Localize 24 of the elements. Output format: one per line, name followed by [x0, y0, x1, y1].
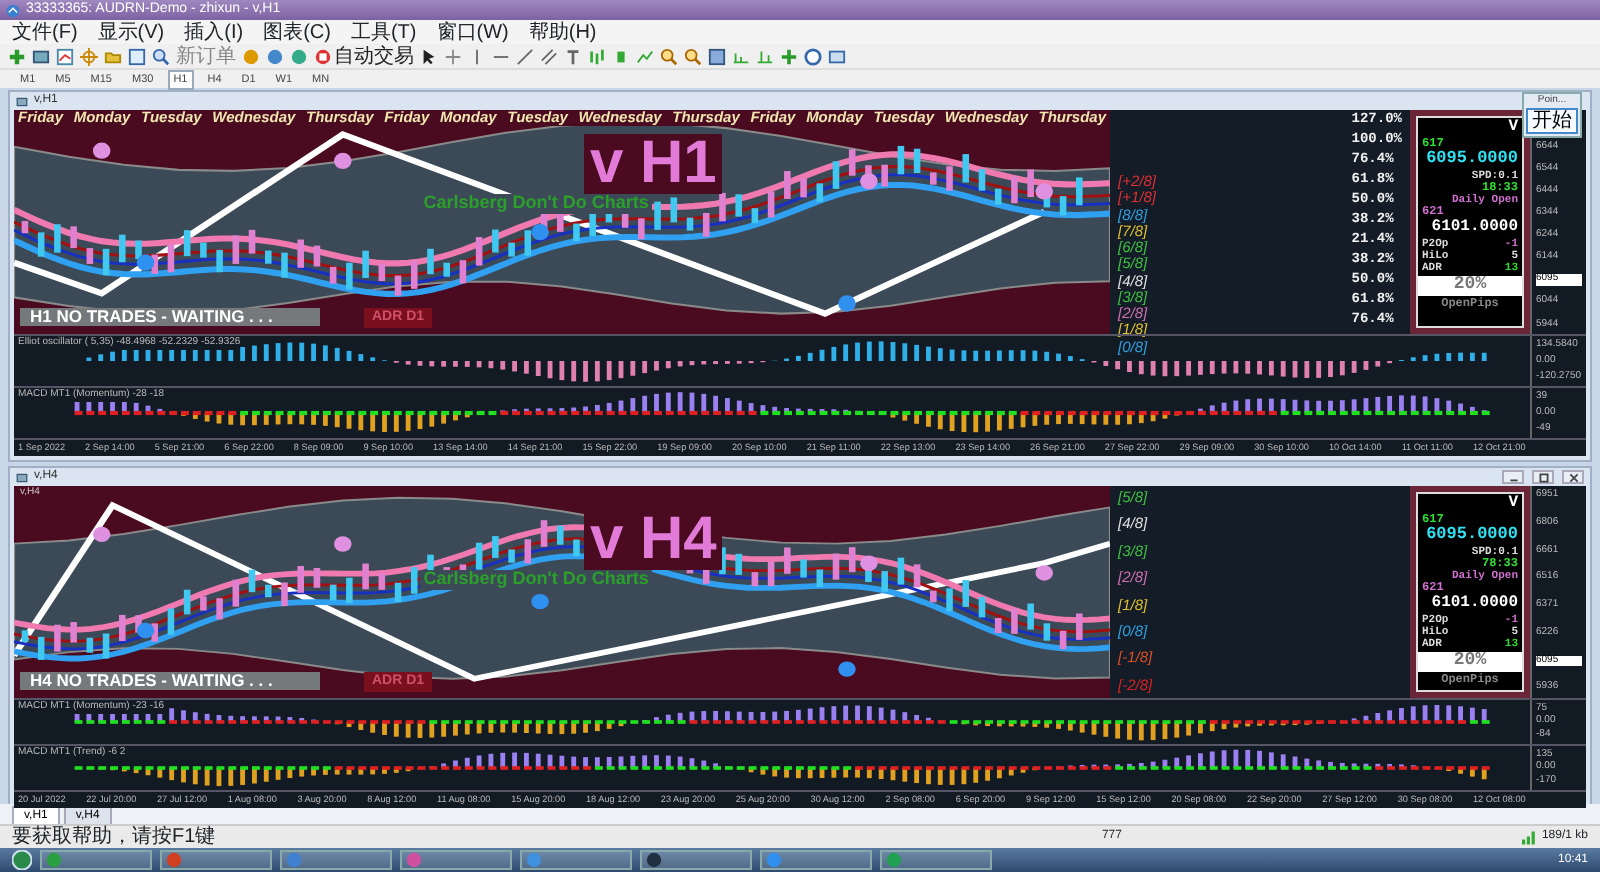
- status-help-text: 要获取帮助，请按F1键: [12, 826, 216, 848]
- current-price: 6095.0000: [1426, 526, 1518, 546]
- symbol-mark: V: [1508, 496, 1518, 514]
- menu-item[interactable]: 文件(F): [12, 21, 78, 43]
- menu-item[interactable]: 帮助(H): [528, 21, 597, 43]
- trade-status: H1 NO TRADES - WAITING . . .: [20, 307, 320, 326]
- chart-watermark: v H1: [583, 134, 723, 194]
- start-button[interactable]: 开始: [1526, 107, 1578, 133]
- chart-tagline: Carlsberg Don't Do Charts: [419, 194, 653, 214]
- daily-open-price: 6101.0000: [1431, 596, 1518, 614]
- percent-value: 20%: [1418, 651, 1522, 672]
- symbol-mark: V: [1508, 120, 1518, 138]
- chart-tagline: Carlsberg Don't Do Charts: [419, 570, 653, 590]
- autotrading-button[interactable]: 自动交易: [314, 45, 414, 67]
- menu-item[interactable]: 图表(C): [263, 21, 331, 43]
- current-price: 6095.0000: [1426, 150, 1518, 170]
- menu-item[interactable]: 工具(T): [350, 21, 417, 43]
- chart-watermark: v H4: [583, 510, 723, 570]
- percent-value: 20%: [1418, 275, 1522, 296]
- daily-open-price: 6101.0000: [1431, 220, 1518, 238]
- menu-item[interactable]: 显示(V): [97, 21, 165, 43]
- menu-item[interactable]: 窗口(W): [436, 21, 509, 43]
- trade-status: H4 NO TRADES - WAITING . . .: [20, 671, 320, 690]
- menu-item[interactable]: 插入(I): [184, 21, 244, 43]
